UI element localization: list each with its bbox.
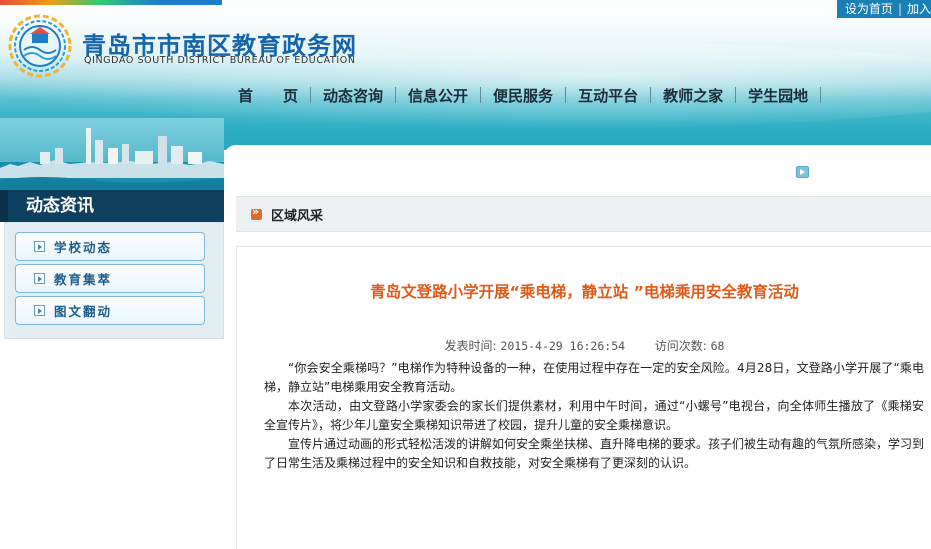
nav-public-services[interactable]: 便民服务 <box>481 85 565 106</box>
logo-mark[interactable] <box>4 12 76 78</box>
sidebar-title: 动态资讯 <box>0 190 224 222</box>
views-label: 访问次数: <box>654 339 707 353</box>
sidebar-item-label: 学校动态 <box>54 240 113 255</box>
site-subtitle: QINGDAO SOUTH DISTRICT BUREAU OF EDUCATI… <box>84 55 356 66</box>
nav-separator <box>820 87 822 103</box>
article-title: 青岛文登路小学开展“乘电梯，静立站 ”电梯乘用安全教育活动 <box>370 283 799 301</box>
sidebar-arrow-icon <box>34 305 45 316</box>
nav-students[interactable]: 学生园地 <box>736 85 820 106</box>
nav-interaction[interactable]: 互动平台 <box>566 85 650 106</box>
breadcrumb: 区域风采 <box>236 196 931 232</box>
nav-home[interactable]: 首 页 <box>226 85 310 106</box>
sidebar-item-label: 教育集萃 <box>54 272 113 287</box>
set-homepage-link[interactable]: 设为首页 <box>845 0 893 18</box>
breadcrumb-label[interactable]: 区域风采 <box>271 205 323 224</box>
publish-time-value: 2015-4-29 16:26:54 <box>500 339 626 353</box>
nav-info-disclosure[interactable]: 信息公开 <box>396 85 480 106</box>
article-panel: 青岛文登路小学开展“乘电梯，静立站 ”电梯乘用安全教育活动 发表时间: 2015… <box>236 246 931 549</box>
sidebar-arrow-icon <box>34 273 45 284</box>
article-paragraph: 本次活动，由文登路小学家委会的家长们提供素材，利用中午时间，通过“小螺号”电视台… <box>264 399 924 432</box>
article-paragraph: “你会安全乘梯吗？”电梯作为特种设备的一种，在使用过程中存在一定的安全风险。4月… <box>264 361 924 394</box>
sidebar-arrow-icon <box>34 241 45 252</box>
main-nav: 首 页 动态咨询 信息公开 便民服务 互动平台 教师之家 学生园地 <box>226 82 822 108</box>
toplink-separator: | <box>897 2 902 16</box>
article-body: “你会安全乘梯吗？”电梯作为特种设备的一种，在使用过程中存在一定的安全风险。4月… <box>264 359 924 473</box>
sidebar-item-photo-news[interactable]: 图文翻动 <box>15 296 205 325</box>
nav-news[interactable]: 动态咨询 <box>311 85 395 106</box>
nav-teachers[interactable]: 教师之家 <box>651 85 735 106</box>
top-links-bar: 设为首页 | 加入 <box>836 0 931 18</box>
views-count: 68 <box>710 339 725 353</box>
publish-time-label: 发表时间: <box>444 339 497 353</box>
up-arrow-icon[interactable] <box>796 166 809 178</box>
sidebar-menu: 学校动态 教育集萃 图文翻动 <box>4 222 224 339</box>
breadcrumb-arrow-icon <box>251 205 262 220</box>
sidebar-item-label: 图文翻动 <box>54 304 113 319</box>
sidebar-item-school-news[interactable]: 学校动态 <box>15 232 205 261</box>
city-skyline-image <box>0 118 224 192</box>
article-meta: 发表时间: 2015-4-29 16:26:54 访问次数: 68 <box>237 337 931 354</box>
add-favorite-link[interactable]: 加入 <box>907 0 931 18</box>
sidebar-item-education-highlights[interactable]: 教育集萃 <box>15 264 205 293</box>
top-color-strip <box>0 0 222 5</box>
article-paragraph: 宣传片通过动画的形式轻松活泼的讲解如何安全乘坐扶梯、直升降电梯的要求。孩子们被生… <box>264 437 925 470</box>
